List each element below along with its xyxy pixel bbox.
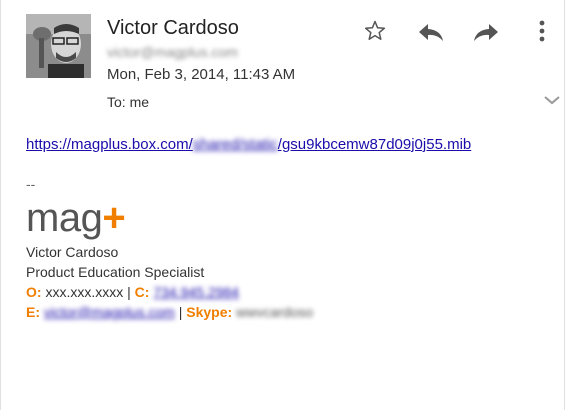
avatar[interactable] (26, 14, 91, 78)
star-icon[interactable] (363, 19, 387, 43)
signature-title: Product Education Specialist (26, 264, 205, 280)
separator: | (178, 304, 183, 320)
office-label: O: (26, 284, 42, 300)
sender-email: victor@magplus.com (107, 44, 238, 60)
company-logo: mag+ (26, 196, 126, 240)
email-link[interactable]: victor@magplus.com (44, 304, 175, 320)
logo-plus: + (102, 196, 126, 240)
skype-label: Skype: (186, 304, 233, 320)
signature-name: Victor Cardoso (26, 244, 119, 260)
timestamp: Mon, Feb 3, 2014, 11:43 AM (107, 66, 296, 83)
forward-icon[interactable] (472, 20, 500, 44)
email-label: E: (26, 304, 40, 320)
more-vertical-icon[interactable] (534, 18, 550, 44)
email-view: Victor Cardoso victor@magplus.com Mon, F… (0, 0, 565, 410)
sender-name: Victor Cardoso (107, 17, 239, 39)
skype-value: wwvcardoso (236, 304, 314, 320)
recipient-line: To: me (107, 94, 150, 110)
logo-text: mag (26, 196, 103, 240)
chevron-down-icon[interactable] (542, 93, 562, 105)
cell-phone-link[interactable]: 734.945.2984 (153, 284, 239, 300)
separator: | (127, 284, 131, 300)
signature-contacts: E: victor@magplus.com | Skype: wwvcardos… (26, 304, 313, 320)
link-hidden-segment[interactable]: shared/static (193, 136, 278, 153)
signature-phones: O: xxx.xxx.xxxx | C: 734.945.2984 (26, 284, 239, 300)
link-prefix[interactable]: https://magplus.box.com/ (26, 136, 193, 153)
link-suffix[interactable]: /gsu9kbcemw87d09j0j55.mib (278, 136, 471, 153)
shared-file-link[interactable]: https://magplus.box.com/shared/static/gs… (26, 136, 471, 153)
reply-icon[interactable] (417, 20, 445, 44)
office-phone: xxx.xxx.xxxx (45, 284, 124, 300)
cell-label: C: (134, 284, 150, 300)
signature-separator: -- (26, 176, 36, 192)
